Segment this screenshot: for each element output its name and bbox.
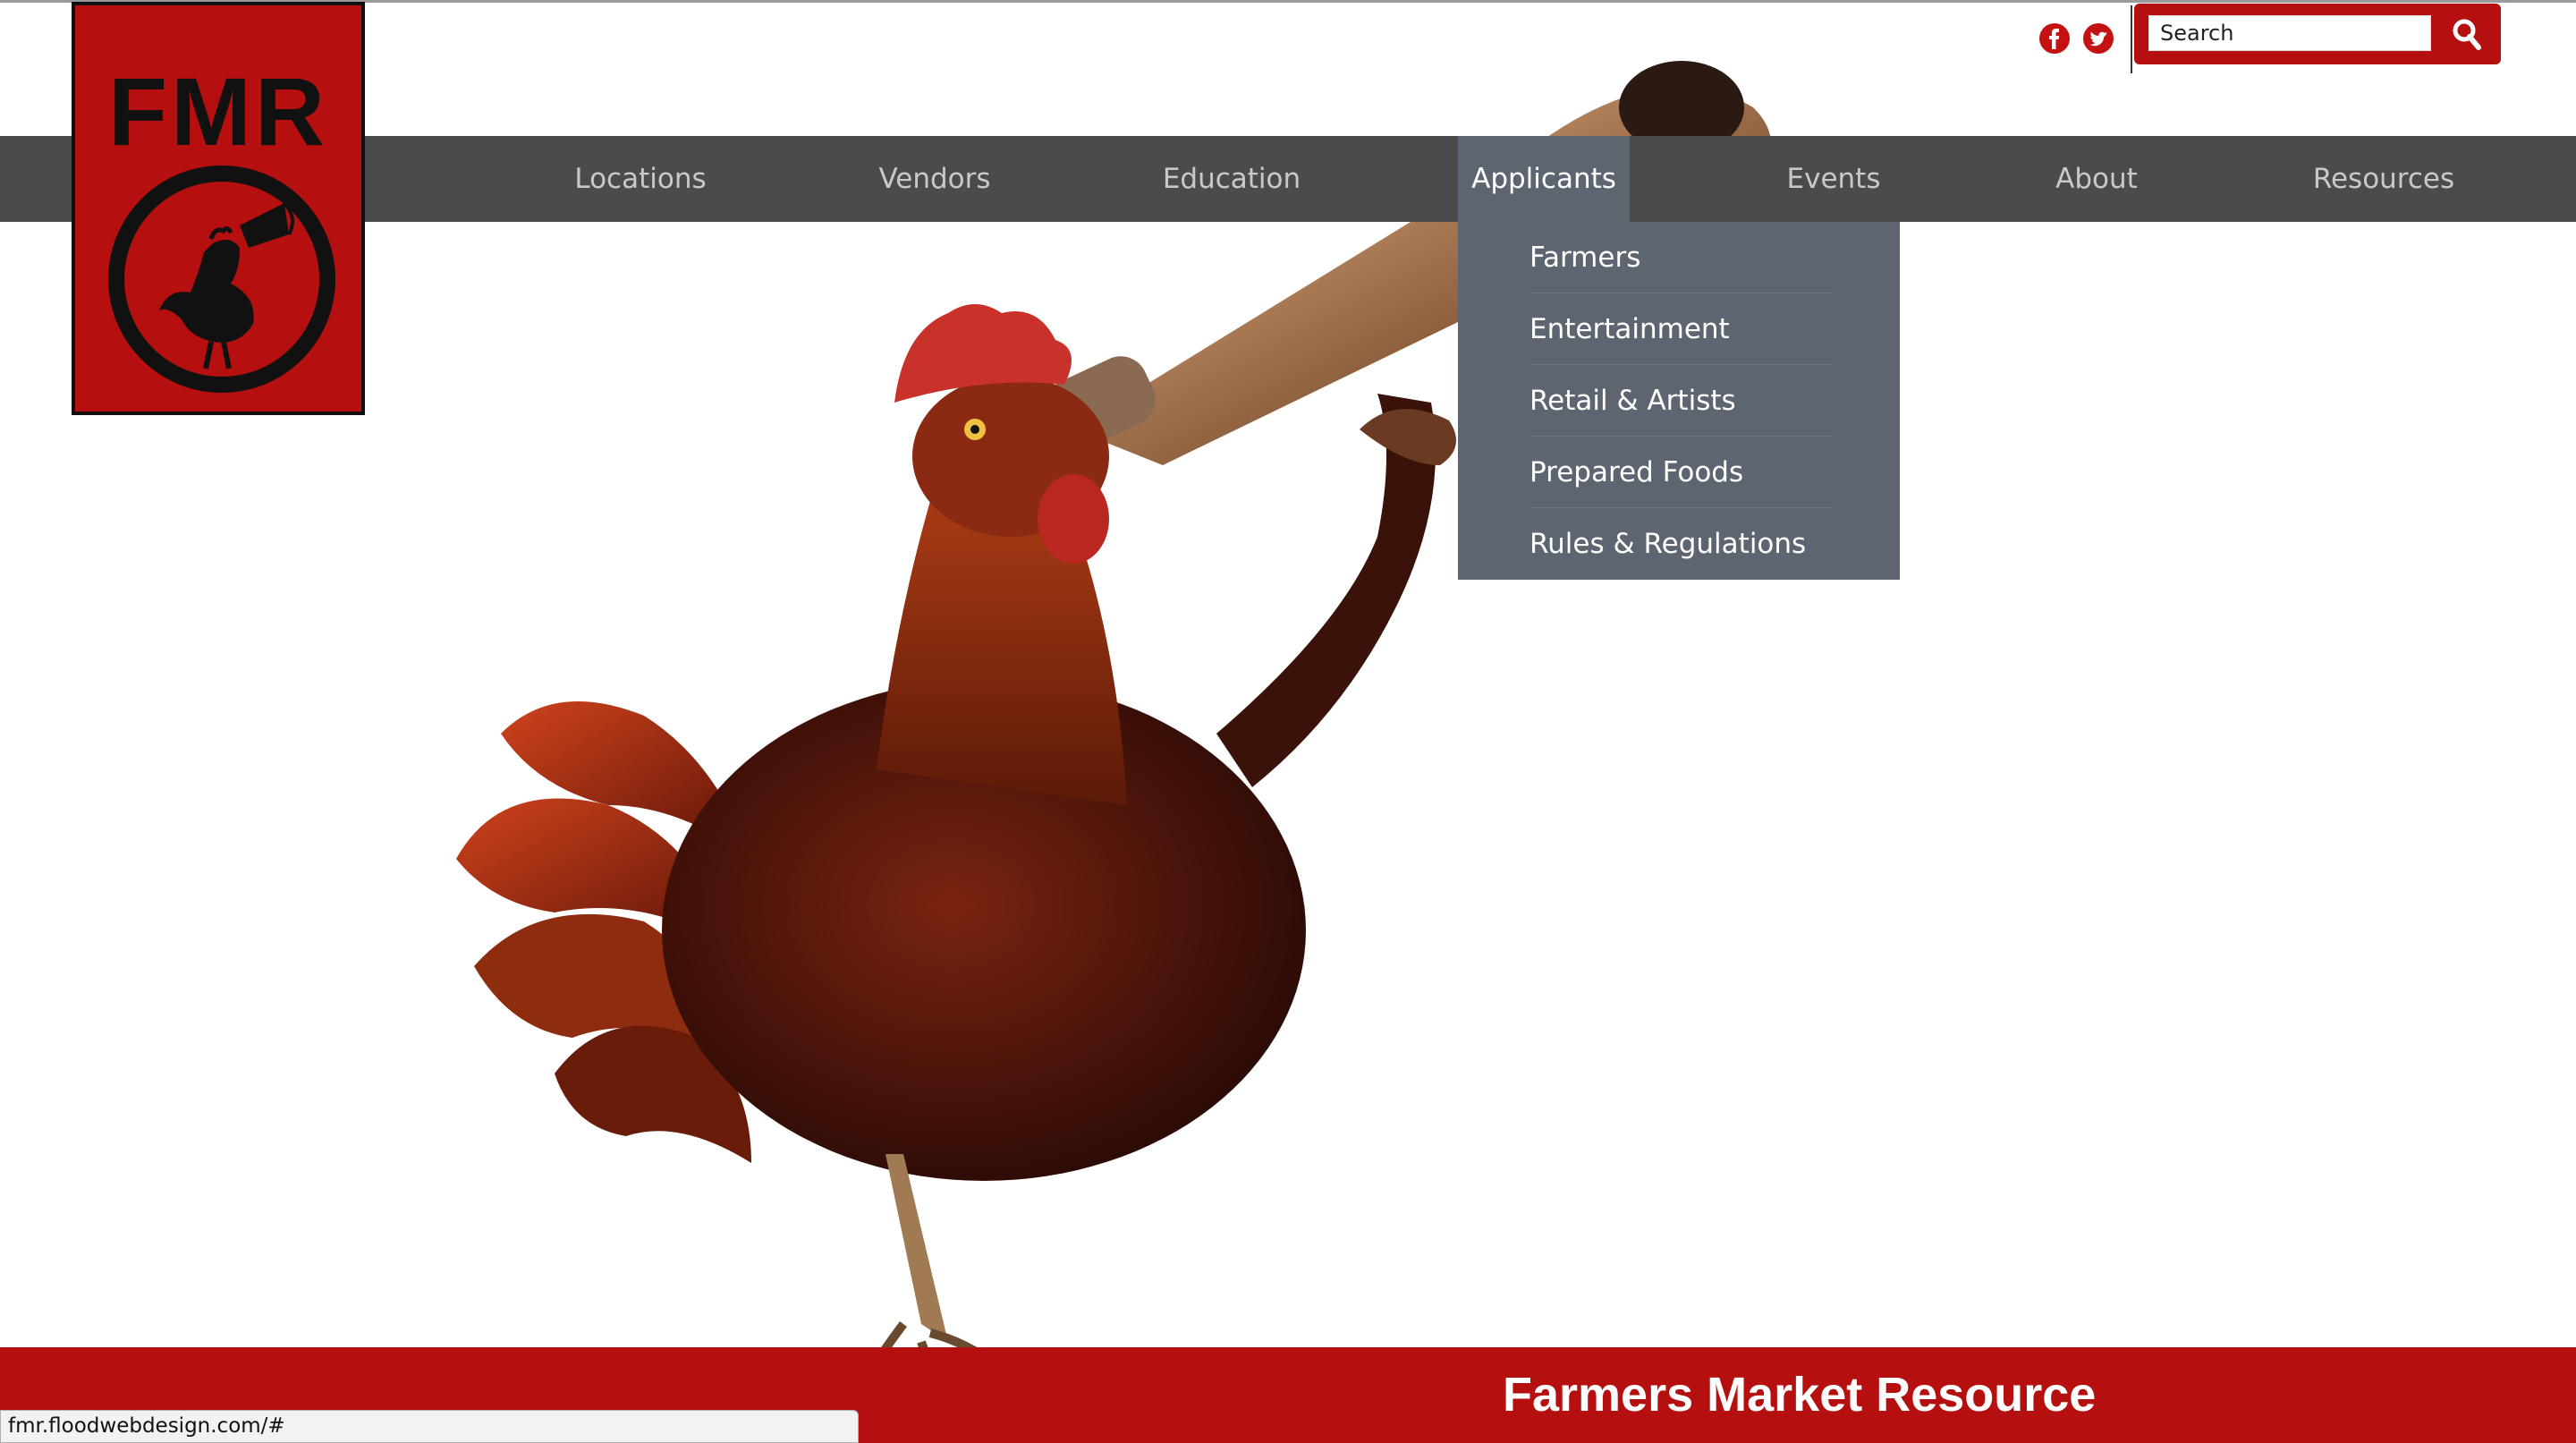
page: Locations Vendors Education Applicants E… [0,0,2576,1443]
site-logo[interactable]: FMR [72,2,365,415]
dropdown-item-farmers[interactable]: Farmers [1530,222,1834,293]
facebook-icon[interactable] [2039,23,2070,54]
nav-item-education[interactable]: Education [1129,136,1335,222]
dropdown-item-rules-regulations[interactable]: Rules & Regulations [1530,508,1834,580]
dropdown-item-entertainment[interactable]: Entertainment [1530,293,1834,365]
header-divider [2131,5,2132,73]
twitter-icon[interactable] [2083,23,2114,54]
nav-item-vendors[interactable]: Vendors [841,136,1029,222]
search-button[interactable] [2444,11,2490,57]
rooster-megaphone-logo-icon [108,166,335,393]
nav-item-applicants[interactable]: Applicants [1458,136,1630,222]
nav-item-resources[interactable]: Resources [2290,136,2478,222]
nav-item-about[interactable]: About [2007,136,2186,222]
nav-item-locations[interactable]: Locations [542,136,739,222]
status-bar-url: fmr.floodwebdesign.com/# [0,1410,859,1443]
search-input[interactable] [2148,15,2431,51]
logo-text: FMR [108,57,328,166]
applicants-dropdown-menu: Farmers Entertainment Retail & Artists P… [1458,222,1900,580]
main-nav: Locations Vendors Education Applicants E… [0,136,2576,222]
nav-item-events[interactable]: Events [1744,136,1923,222]
search-icon [2453,19,2481,50]
search-box [2134,4,2501,64]
dropdown-item-retail-artists[interactable]: Retail & Artists [1530,365,1834,437]
dropdown-item-prepared-foods[interactable]: Prepared Foods [1530,437,1834,508]
footer-title: Farmers Market Resource [1503,1368,2097,1422]
